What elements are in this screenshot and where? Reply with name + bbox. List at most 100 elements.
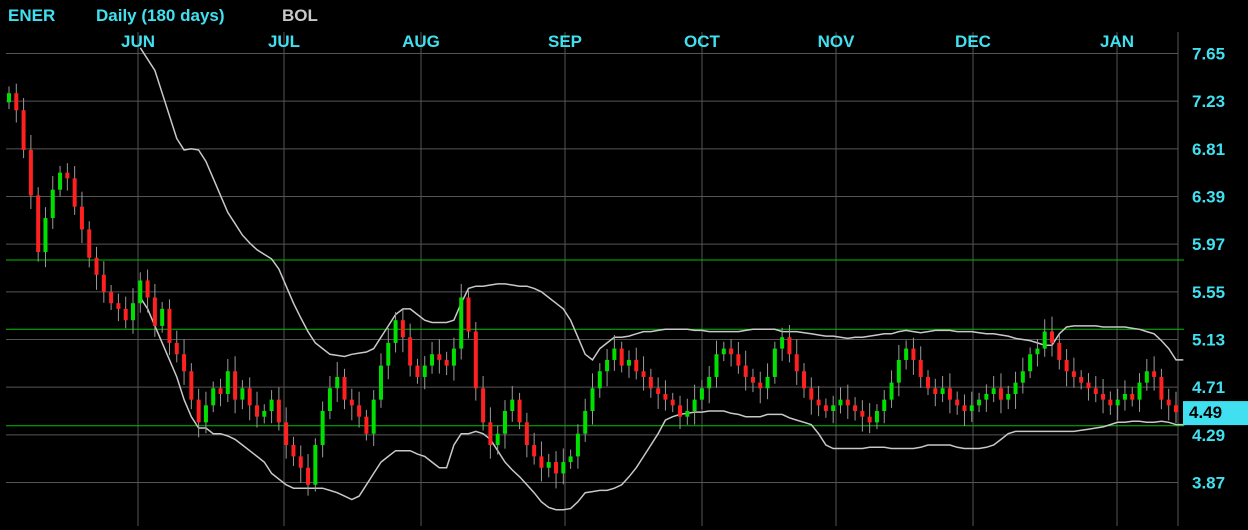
candle-up <box>1122 393 1127 400</box>
candle-down <box>634 359 639 372</box>
candle-down <box>116 303 121 309</box>
candle-down <box>947 388 952 400</box>
candle-up <box>780 337 785 349</box>
candle-down <box>481 388 486 423</box>
price-label-7.23: 7.23 <box>1192 92 1225 111</box>
candle-down <box>962 405 967 411</box>
candle-down <box>678 405 683 417</box>
month-label-aug: AUG <box>402 32 440 51</box>
candle-up <box>626 359 631 366</box>
candle-down <box>532 445 537 457</box>
price-label-3.87: 3.87 <box>1192 474 1225 493</box>
candle-down <box>408 337 413 366</box>
candle-down <box>152 297 157 326</box>
header-period: Daily (180 days) <box>96 6 225 25</box>
candle-down <box>1057 342 1062 360</box>
candle-down <box>306 467 311 485</box>
candle-down <box>349 399 354 406</box>
candle-down <box>218 388 223 394</box>
candle-down <box>926 376 931 389</box>
candle-down <box>867 416 872 423</box>
candle-up <box>1042 331 1047 349</box>
candle-down <box>933 388 938 394</box>
price-label-7.65: 7.65 <box>1192 45 1225 64</box>
candle-up <box>378 365 383 400</box>
candle-down <box>641 371 646 377</box>
candle-down <box>342 376 347 400</box>
candle-up <box>262 411 267 417</box>
candle-down <box>845 399 850 406</box>
candle-up <box>335 376 340 389</box>
candle-down <box>437 354 442 360</box>
candle-down <box>1071 371 1076 377</box>
candle-down <box>123 308 128 321</box>
candle-down <box>254 405 259 417</box>
candle-up <box>43 218 48 253</box>
candle-up <box>991 388 996 394</box>
candle-up <box>313 445 318 485</box>
candle-down <box>1050 331 1055 343</box>
candle-up <box>495 433 500 446</box>
candle-up <box>597 371 602 389</box>
candle-down <box>853 405 858 411</box>
candle-up <box>1006 393 1011 400</box>
price-chart[interactable]: JUN JUL AUG SEP OCT NOV DEC JAN 7.65 7.23 6.81 6.3… <box>0 0 1248 530</box>
candle-down <box>79 206 84 230</box>
candle-down <box>1101 393 1106 400</box>
candle-down <box>1079 376 1084 383</box>
candle-down <box>291 445 296 457</box>
candle-up <box>386 342 391 366</box>
month-label-sep: SEP <box>548 32 582 51</box>
candle-up <box>1137 382 1142 400</box>
candle-up <box>211 388 216 406</box>
candle-down <box>794 354 799 372</box>
candle-down <box>1064 359 1069 372</box>
price-label-5.13: 5.13 <box>1192 331 1225 350</box>
candle-up <box>138 280 143 304</box>
candle-up <box>203 405 208 423</box>
candle-down <box>1130 393 1135 400</box>
candle-up <box>1144 371 1149 383</box>
candle-up <box>590 388 595 411</box>
candle-down <box>415 365 420 377</box>
candle-down <box>524 422 529 446</box>
price-label-5.97: 5.97 <box>1192 235 1225 254</box>
candle-down <box>802 371 807 389</box>
candle-up <box>1028 354 1033 372</box>
candle-up <box>320 411 325 446</box>
candle-up <box>685 411 690 417</box>
candle-up <box>882 399 887 411</box>
candle-down <box>298 456 303 468</box>
candle-down <box>444 359 449 366</box>
candle-down <box>860 411 865 417</box>
candle-down <box>28 149 33 196</box>
candle-up <box>393 320 398 343</box>
candle-up <box>765 376 770 389</box>
candle-up <box>50 189 55 219</box>
candle-up <box>130 303 135 321</box>
month-label-jun: JUN <box>121 32 155 51</box>
candle-down <box>729 348 734 355</box>
candle-down <box>1086 382 1091 389</box>
candle-down <box>174 342 179 355</box>
candle-up <box>605 359 610 372</box>
candle-up <box>1020 371 1025 383</box>
price-label-5.55: 5.55 <box>1192 283 1225 302</box>
candle-up <box>240 388 245 400</box>
candle-up <box>874 411 879 423</box>
last-price-value: 4.49 <box>1189 403 1222 422</box>
candle-down <box>1152 371 1157 377</box>
candle-down <box>1159 376 1164 400</box>
candle-up <box>160 308 165 326</box>
month-label-oct: OCT <box>684 32 721 51</box>
candle-up <box>612 348 617 360</box>
candle-down <box>14 93 19 111</box>
candle-down <box>539 456 544 468</box>
header-symbol: ENER <box>8 6 55 25</box>
candle-down <box>357 405 362 417</box>
candle-up <box>714 354 719 377</box>
candle-down <box>736 354 741 366</box>
candle-down <box>1108 399 1113 406</box>
candle-down <box>72 178 77 207</box>
candle-up <box>575 433 580 457</box>
